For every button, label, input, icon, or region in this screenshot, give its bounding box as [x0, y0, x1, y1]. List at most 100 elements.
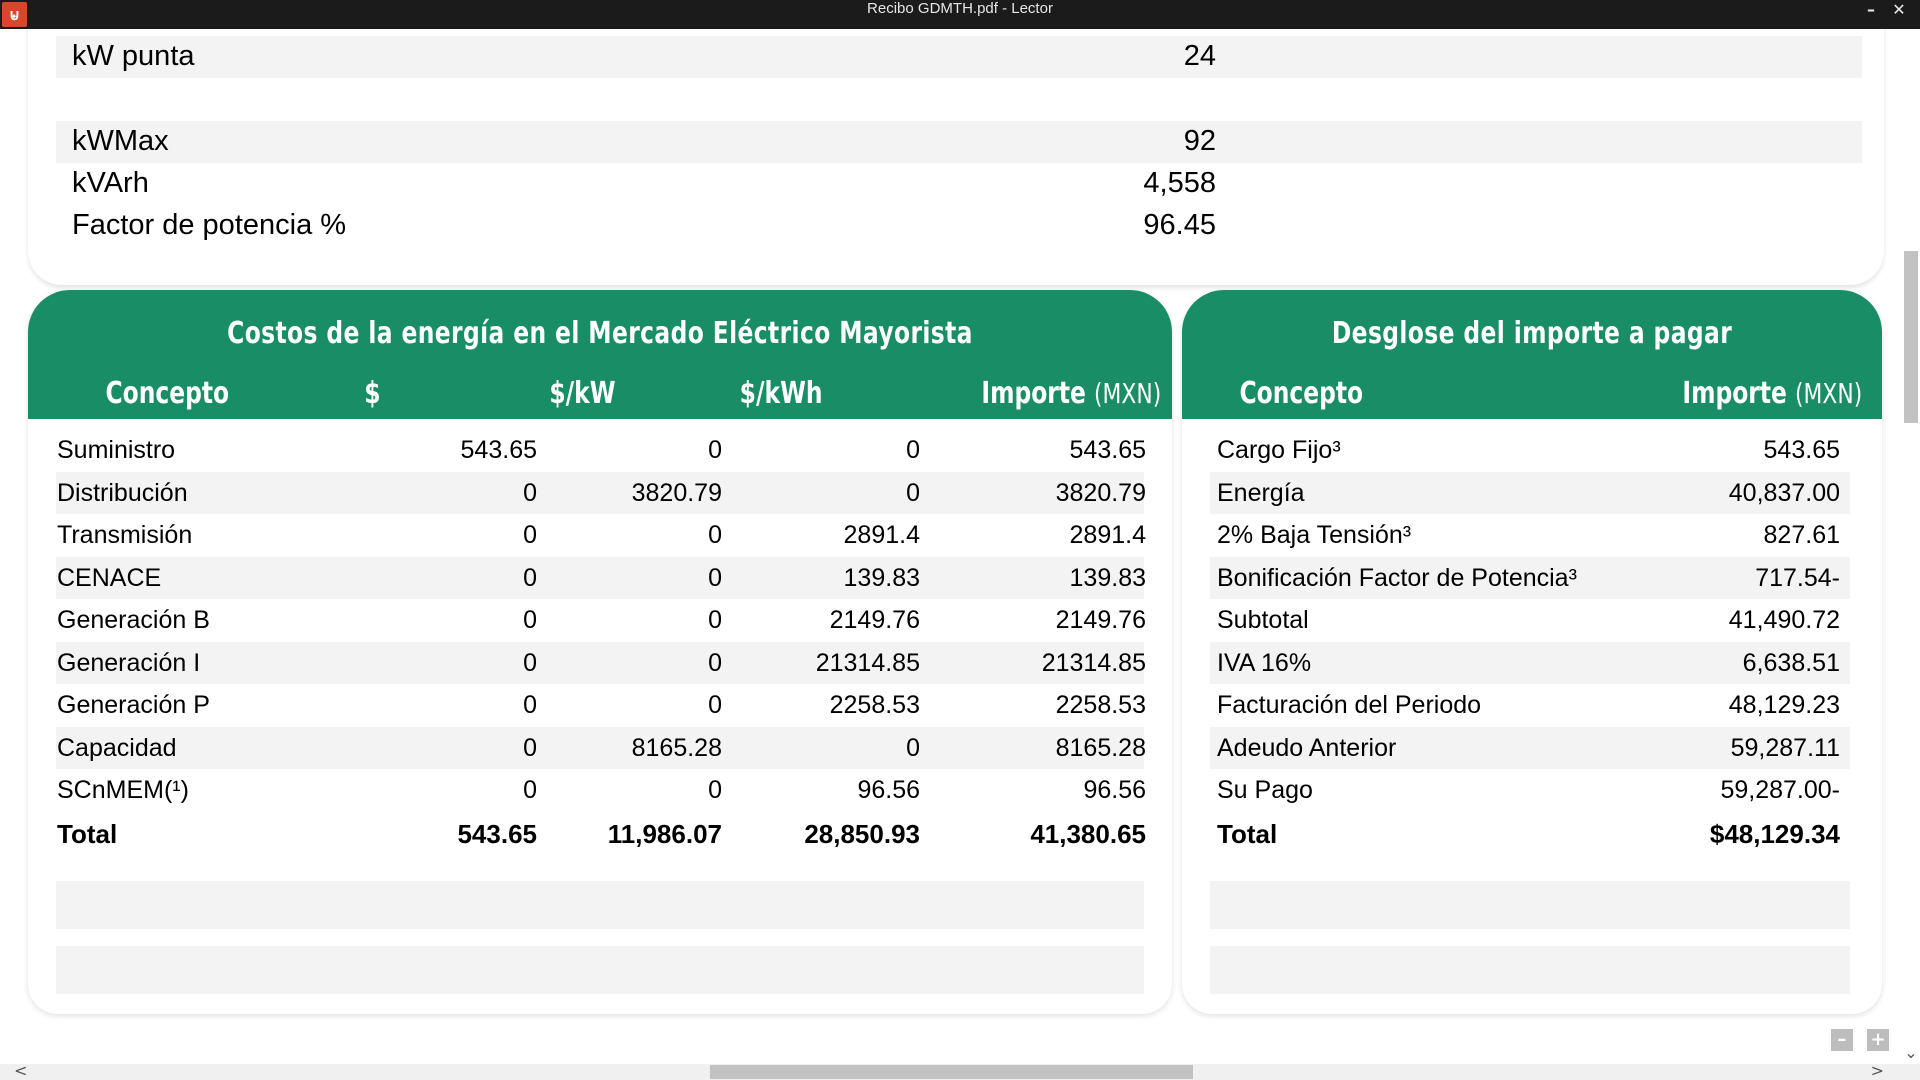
pesos-cell: 0: [523, 648, 537, 677]
table-row: Transmisión 0 0 2891.4 2891.4: [56, 514, 1146, 556]
concepto-cell: Capacidad: [57, 733, 177, 762]
costs-title: Costos de la energía en el Mercado Eléct…: [227, 316, 973, 351]
importe-cell: 59,287.11: [1730, 733, 1840, 762]
table-row: Facturación del Periodo 48,129.23: [1210, 684, 1850, 726]
costs-col-concepto: Concepto: [88, 376, 247, 411]
breakdown-col-unit: (MXN): [1795, 377, 1863, 410]
concepto-cell: Generación B: [57, 606, 210, 634]
blank-row: [1210, 946, 1850, 994]
importe-cell: 48,129.23: [1728, 691, 1840, 719]
table-row: CENACE 0 0 139.83 139.83: [56, 556, 1146, 599]
document-viewport[interactable]: kW punta 24 kWMax 92 kVArh 4,558 Factor …: [0, 29, 1902, 1064]
per-kwh-cell: 0: [906, 733, 920, 762]
table-row: SCnMEM(¹) 0 0 96.56 96.56: [56, 769, 1146, 811]
table-row: 2% Baja Tensión³ 827.61: [1210, 514, 1850, 556]
concepto-cell: 2% Baja Tensión³: [1217, 521, 1412, 549]
costs-col-per-kw: $/kW: [540, 376, 625, 411]
table-row: Generación B 0 0 2149.76 2149.76: [56, 599, 1146, 641]
minimize-button[interactable]: –: [1856, 0, 1886, 29]
metric-label: kVArh: [72, 167, 149, 199]
concepto-cell: Energía: [1217, 478, 1305, 507]
breakdown-col-importe: Importe (MXN): [1657, 376, 1882, 411]
concepto-cell: Bonificación Factor de Potencia³: [1217, 563, 1577, 592]
pesos-cell: 0: [523, 563, 537, 592]
metric-row: kVArh 4,558: [56, 163, 1862, 205]
table-row: Distribución 0 3820.79 0 3820.79: [56, 471, 1146, 514]
importe-cell: 41,380.65: [1030, 818, 1146, 849]
breakdown-header: Desglose del importe a pagar Concepto Im…: [1182, 290, 1882, 419]
concepto-cell: Distribución: [57, 478, 188, 507]
scroll-down-icon[interactable]: ⌄: [1902, 1043, 1920, 1062]
per-kwh-cell: 0: [906, 436, 920, 464]
horizontal-scroll-thumb[interactable]: [710, 1065, 1193, 1079]
importe-cell: 543.65: [1069, 436, 1146, 464]
per-kw-cell: 0: [708, 606, 722, 634]
horizontal-scrollbar[interactable]: < >: [0, 1061, 1920, 1080]
costs-col-pesos-label: $: [364, 376, 381, 411]
blank-row: [1210, 881, 1850, 929]
breakdown-total-row: Total $48,129.34: [1210, 812, 1850, 854]
breakdown-title: Desglose del importe a pagar: [1331, 316, 1733, 351]
table-row: IVA 16% 6,638.51: [1210, 641, 1850, 684]
costs-col-per-kwh: $/kWh: [728, 376, 834, 411]
scroll-left-icon[interactable]: <: [14, 1061, 27, 1080]
importe-cell: $48,129.34: [1709, 818, 1840, 849]
pesos-cell: 543.65: [457, 818, 537, 849]
pesos-cell: 543.65: [460, 436, 537, 464]
per-kw-cell: 11,986.07: [607, 818, 722, 849]
table-row: Generación I 0 0 21314.85 21314.85: [56, 641, 1146, 684]
metric-row: Factor de potencia % 96.45: [56, 205, 1862, 247]
per-kw-cell: 0: [708, 521, 722, 549]
metric-value: 96.45: [1143, 209, 1216, 241]
per-kw-cell: 0: [708, 436, 722, 464]
costs-col-per-kw-label: $/kW: [549, 376, 616, 411]
metric-value: 24: [1183, 40, 1216, 72]
costs-header: Costos de la energía en el Mercado Eléct…: [28, 290, 1172, 419]
concepto-cell: Generación P: [57, 691, 210, 719]
pesos-cell: 0: [523, 478, 537, 507]
importe-cell: 2258.53: [1055, 691, 1146, 719]
importe-cell: 6,638.51: [1742, 648, 1840, 677]
concepto-cell: Subtotal: [1217, 606, 1309, 634]
per-kwh-cell: 2891.4: [843, 521, 920, 549]
concepto-cell: SCnMEM(¹): [57, 776, 189, 804]
per-kwh-cell: 21314.85: [815, 648, 920, 677]
pesos-cell: 0: [523, 691, 537, 719]
costs-col-unit: (MXN): [1094, 377, 1162, 410]
importe-cell: 2891.4: [1069, 521, 1146, 549]
table-row: Suministro 543.65 0 0 543.65: [56, 429, 1146, 471]
blank-row: [56, 946, 1144, 994]
breakdown-col-concepto-label: Concepto: [1239, 376, 1364, 411]
zoom-out-button[interactable]: –: [1831, 1029, 1853, 1051]
metric-value: 92: [1183, 125, 1216, 157]
per-kw-cell: 3820.79: [631, 478, 722, 507]
table-row: Capacidad 0 8165.28 0 8165.28: [56, 726, 1146, 769]
metric-label: kW punta: [72, 40, 195, 72]
title-bar: ⊌ Recibo GDMTH.pdf - Lector – ✕: [0, 0, 1920, 29]
window-title: Recibo GDMTH.pdf - Lector: [867, 0, 1053, 17]
table-row: Generación P 0 0 2258.53 2258.53: [56, 684, 1146, 726]
importe-cell: 21314.85: [1041, 648, 1146, 677]
metric-value: 4,558: [1143, 167, 1216, 199]
importe-cell: 40,837.00: [1728, 478, 1840, 507]
table-row: Bonificación Factor de Potencia³ 717.54-: [1210, 556, 1850, 599]
per-kw-cell: 0: [708, 776, 722, 804]
total-label: Total: [57, 818, 118, 849]
zoom-in-button[interactable]: +: [1867, 1029, 1889, 1051]
concepto-cell: Adeudo Anterior: [1217, 733, 1397, 762]
vertical-scroll-thumb[interactable]: [1904, 251, 1918, 423]
importe-cell: 139.83: [1069, 563, 1146, 592]
costs-col-per-kwh-label: $/kWh: [739, 376, 823, 411]
costs-col-concepto-label: Concepto: [105, 376, 230, 411]
concepto-cell: Cargo Fijo³: [1217, 436, 1341, 464]
close-button[interactable]: ✕: [1884, 0, 1914, 29]
scroll-right-icon[interactable]: >: [1871, 1061, 1884, 1080]
per-kwh-cell: 2258.53: [829, 691, 920, 719]
vertical-scrollbar[interactable]: ⌄: [1902, 29, 1920, 1064]
importe-cell: 41,490.72: [1728, 606, 1840, 634]
per-kw-cell: 0: [708, 648, 722, 677]
breakdown-col-concepto: Concepto: [1222, 376, 1381, 411]
per-kwh-cell: 0: [906, 478, 920, 507]
costs-col-importe-label: Importe: [981, 376, 1086, 411]
per-kw-cell: 8165.28: [631, 733, 722, 762]
